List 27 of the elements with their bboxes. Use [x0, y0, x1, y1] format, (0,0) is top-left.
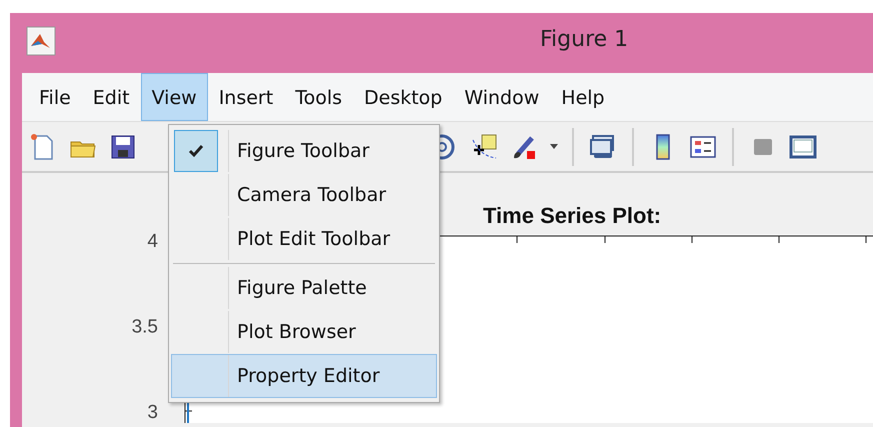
menu-item[interactable]: Desktop: [353, 73, 454, 121]
menu-option[interactable]: Figure Palette: [171, 266, 437, 310]
y-tick-label: 4: [147, 231, 158, 252]
axis-tick: [516, 236, 518, 244]
axis-tick: [778, 236, 780, 244]
window-title: Figure 1: [540, 27, 628, 52]
menu-option[interactable]: Plot Edit Toolbar: [171, 217, 437, 261]
menu-item[interactable]: Help: [550, 73, 616, 121]
menu-item[interactable]: View: [140, 73, 208, 121]
menu-item[interactable]: Tools: [284, 73, 353, 121]
checkmark-icon: [188, 144, 204, 158]
menu-option[interactable]: Plot Browser: [171, 310, 437, 354]
y-tick-label: 3: [147, 402, 158, 423]
menu-option[interactable]: Figure Toolbar: [171, 129, 437, 173]
plot-title: Time Series Plot:: [483, 203, 662, 228]
menu-option[interactable]: Property Editor: [171, 354, 437, 398]
menu-item[interactable]: Insert: [208, 73, 284, 121]
menu-option[interactable]: Camera Toolbar: [171, 173, 437, 217]
menu-item[interactable]: Window: [453, 73, 550, 121]
plot-line: [187, 403, 189, 423]
menu-item[interactable]: File: [28, 73, 82, 121]
y-tick-label: 3.5: [132, 316, 158, 338]
axis-tick: [604, 236, 606, 244]
app-logo-icon: [26, 26, 56, 56]
menu-item[interactable]: Edit: [82, 73, 141, 121]
axis-tick: [184, 410, 192, 412]
caret-icon[interactable]: [550, 144, 558, 149]
